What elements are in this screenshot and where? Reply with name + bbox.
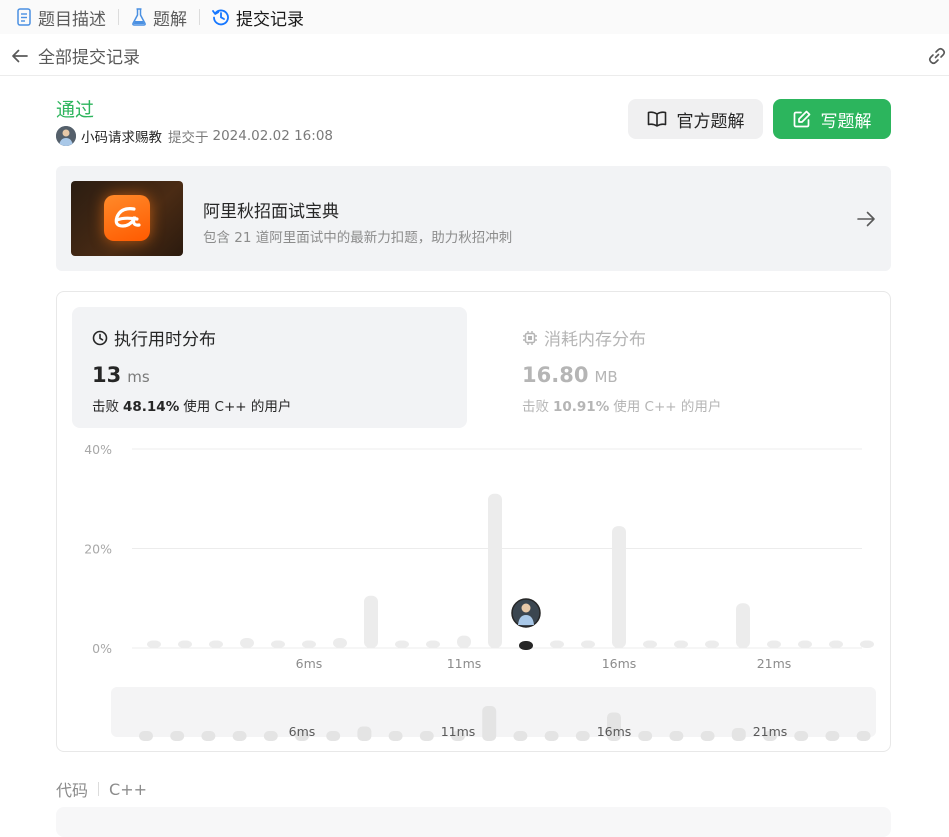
official-solution-label: 官方题解 bbox=[676, 111, 745, 132]
mini-bar bbox=[482, 706, 497, 741]
submission-status: 通过 bbox=[56, 99, 95, 121]
mini-bar bbox=[513, 731, 528, 741]
document-icon bbox=[16, 8, 32, 26]
bar[interactable] bbox=[178, 640, 192, 648]
submitted-at-label: 提交于 bbox=[168, 130, 209, 146]
all-submissions-title[interactable]: 全部提交记录 bbox=[38, 43, 140, 68]
mini-bar bbox=[794, 731, 809, 741]
bar[interactable] bbox=[426, 640, 440, 648]
code-divider bbox=[98, 782, 100, 796]
mini-bar bbox=[263, 731, 278, 741]
bar[interactable] bbox=[302, 640, 316, 648]
x-tick-label: 6ms bbox=[296, 656, 323, 671]
mini-bar bbox=[232, 731, 247, 741]
bar[interactable] bbox=[550, 640, 564, 648]
code-label: 代码 bbox=[56, 781, 89, 800]
submitted-at-time: 2024.02.02 16:08 bbox=[212, 128, 334, 144]
avatar-face bbox=[521, 603, 531, 613]
tab-solutions[interactable]: 题解 bbox=[131, 0, 187, 34]
mini-bar bbox=[419, 731, 434, 741]
bar[interactable] bbox=[674, 640, 688, 648]
bar[interactable] bbox=[643, 640, 657, 648]
bar[interactable] bbox=[333, 638, 347, 648]
mini-x-tick-label: 6ms bbox=[289, 724, 316, 739]
mini-bar bbox=[638, 731, 653, 741]
bar[interactable] bbox=[271, 640, 285, 648]
arrow-right-icon bbox=[855, 208, 877, 230]
bar[interactable] bbox=[364, 595, 378, 648]
mini-bar bbox=[700, 731, 715, 741]
tab-divider bbox=[118, 9, 119, 25]
runtime-distribution-chart: 0% 20% 40% 6ms 11ms 16ms 21ms 6ms 11ms 16ms 21ms bbox=[84, 442, 876, 741]
tab-submissions[interactable]: 提交记录 bbox=[212, 0, 304, 34]
promo-thumbnail bbox=[71, 181, 183, 256]
x-tick-label: 16ms bbox=[602, 656, 637, 671]
bar[interactable] bbox=[829, 640, 843, 648]
mini-bar bbox=[170, 731, 185, 741]
performance-card: 执行用时分布 13 ms 击败 48.14% 使用 C++ 的用户 消耗内存分布 1… bbox=[56, 291, 891, 752]
bar[interactable] bbox=[736, 603, 750, 648]
promo-title: 阿里秋招面试宝典 bbox=[203, 202, 339, 222]
write-solution-button[interactable]: 写题解 bbox=[773, 99, 891, 139]
mini-bar bbox=[544, 731, 559, 741]
submission-author-row: 小码请求赐教 提交于 2024.02.02 16:08 bbox=[56, 126, 333, 146]
mini-bar bbox=[856, 731, 871, 741]
mini-bar bbox=[357, 726, 372, 741]
tab-description[interactable]: 题目描述 bbox=[16, 0, 106, 34]
tab-submissions-label: 提交记录 bbox=[236, 9, 304, 30]
bar[interactable] bbox=[767, 640, 781, 648]
flask-icon bbox=[131, 8, 147, 26]
mini-bar bbox=[731, 728, 746, 741]
mini-bar bbox=[825, 731, 840, 741]
mini-x-tick-label: 21ms bbox=[753, 724, 788, 739]
bar[interactable] bbox=[581, 640, 595, 648]
code-language: C++ bbox=[109, 779, 147, 799]
code-header: 代码 C++ bbox=[56, 777, 147, 801]
y-tick-label: 0% bbox=[92, 641, 112, 656]
book-icon bbox=[647, 110, 667, 128]
bar[interactable] bbox=[798, 640, 812, 648]
alibaba-logo-icon bbox=[104, 195, 150, 241]
edit-icon bbox=[793, 110, 811, 128]
author-name[interactable]: 小码请求赐教 bbox=[81, 126, 162, 146]
tab-description-label: 题目描述 bbox=[38, 9, 106, 30]
mini-x-tick-label: 11ms bbox=[441, 724, 476, 739]
mini-bar bbox=[201, 731, 216, 741]
user-avatar[interactable] bbox=[56, 126, 76, 146]
mini-x-tick-label: 16ms bbox=[597, 724, 632, 739]
mini-bar bbox=[669, 731, 684, 741]
back-arrow-icon[interactable] bbox=[10, 46, 30, 66]
x-tick-label: 11ms bbox=[447, 656, 482, 671]
code-block bbox=[56, 807, 891, 837]
submissions-header: 全部提交记录 bbox=[0, 36, 949, 76]
tab-solutions-label: 题解 bbox=[153, 9, 187, 30]
promo-description: 包含 21 道阿里面试中的最新力扣题，助力秋招冲刺 bbox=[203, 230, 513, 246]
mini-bar bbox=[575, 731, 590, 741]
x-tick-label: 21ms bbox=[757, 656, 792, 671]
bar[interactable] bbox=[240, 638, 254, 648]
mini-bar bbox=[326, 731, 341, 741]
bar[interactable] bbox=[612, 526, 626, 648]
link-icon[interactable] bbox=[927, 46, 947, 66]
bar[interactable] bbox=[705, 640, 719, 648]
bar[interactable] bbox=[395, 640, 409, 648]
bar[interactable] bbox=[488, 493, 502, 648]
history-icon bbox=[212, 8, 230, 26]
tab-bar: 题目描述 题解 提交记录 bbox=[0, 0, 949, 34]
bar[interactable] bbox=[457, 635, 471, 648]
tab-divider bbox=[199, 9, 200, 25]
mini-bar bbox=[139, 731, 153, 741]
official-solution-button[interactable]: 官方题解 bbox=[628, 99, 763, 139]
write-solution-label: 写题解 bbox=[820, 111, 872, 132]
highlight-bar[interactable] bbox=[519, 641, 533, 650]
bar[interactable] bbox=[147, 640, 161, 648]
y-tick-label: 40% bbox=[84, 442, 112, 457]
y-tick-label: 20% bbox=[84, 542, 112, 557]
promo-card[interactable]: 阿里秋招面试宝典 包含 21 道阿里面试中的最新力扣题，助力秋招冲刺 bbox=[56, 166, 891, 271]
bar[interactable] bbox=[860, 640, 874, 648]
bar[interactable] bbox=[209, 640, 223, 648]
mini-bar bbox=[388, 731, 403, 741]
